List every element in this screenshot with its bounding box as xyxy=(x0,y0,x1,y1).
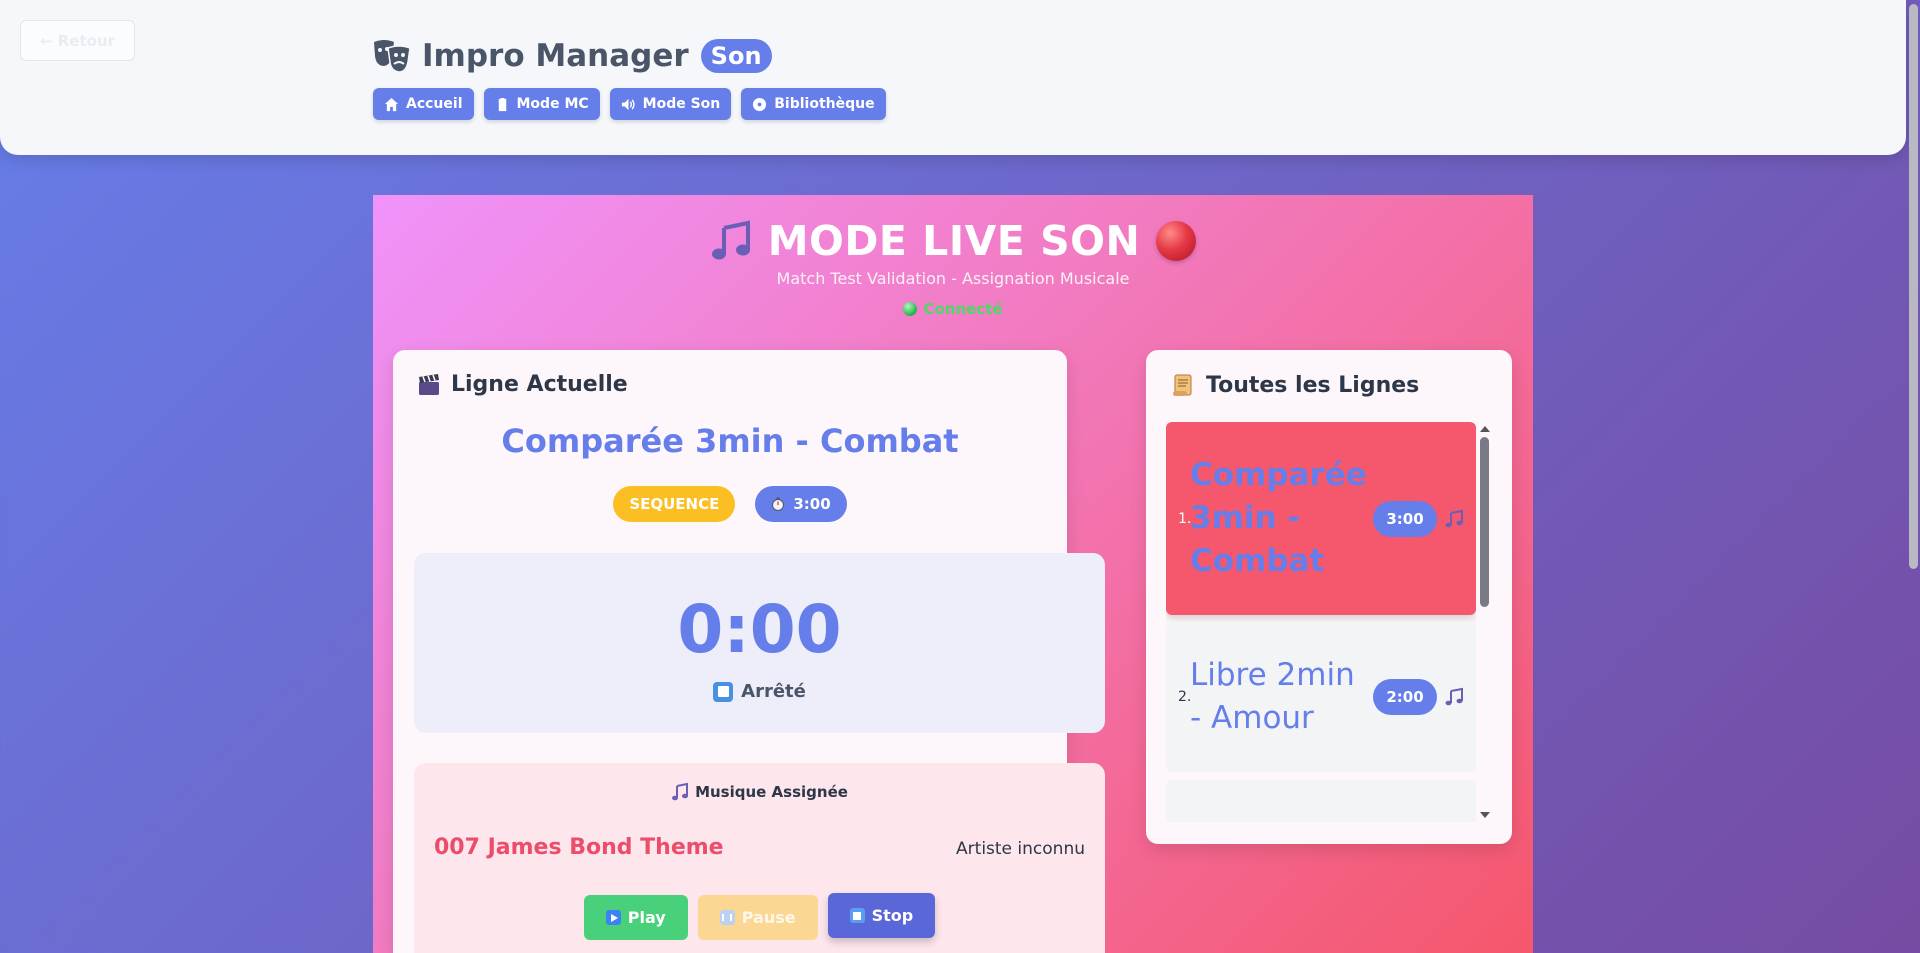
current-line-title: Comparée 3min - Combat xyxy=(501,422,959,460)
timer-panel: 0:00 Arrêté xyxy=(414,553,1105,733)
music-note-icon xyxy=(672,783,689,801)
playback-controls: Play Pause Stop xyxy=(414,893,1105,940)
pause-label: Pause xyxy=(741,908,796,927)
list-item[interactable]: 2. Libre 2min - Amour 2:00 xyxy=(1166,622,1476,772)
music-note-icon xyxy=(1445,687,1463,706)
list-scrollbar-thumb[interactable] xyxy=(1480,437,1489,607)
nav-mode-son-button[interactable]: Mode Son xyxy=(609,88,732,120)
nav-bibliotheque-button[interactable]: Bibliothèque xyxy=(741,88,886,120)
live-panel: MODE LIVE SON Match Test Validation - As… xyxy=(373,195,1533,953)
heading-text: Ligne Actuelle xyxy=(451,372,628,397)
page-scrollbar-thumb[interactable] xyxy=(1909,4,1918,569)
lines-list: 1. Comparée 3min - Combat 3:00 2. Libre … xyxy=(1166,422,1476,822)
music-heading-text: Musique Assignée xyxy=(695,783,848,801)
brand: Impro Manager Son xyxy=(372,38,772,74)
mode-badge: Son xyxy=(700,39,772,73)
song-artist: Artiste inconnu xyxy=(956,839,1085,859)
music-note-icon xyxy=(711,220,750,260)
back-button[interactable]: ← Retour xyxy=(20,20,135,61)
speaker-icon xyxy=(621,98,635,110)
stop-icon xyxy=(849,908,865,923)
nav-label: Mode Son xyxy=(642,96,721,112)
item-name: Comparée 3min - Combat xyxy=(1190,457,1367,579)
nav-label: Bibliothèque xyxy=(774,96,875,112)
list-scroll-down-icon[interactable] xyxy=(1480,812,1490,818)
list-scroll-up-icon[interactable] xyxy=(1480,426,1490,432)
duration-text: 3:00 xyxy=(793,495,831,513)
all-lines-heading: Toutes les Lignes xyxy=(1170,372,1419,398)
live-title: MODE LIVE SON xyxy=(373,217,1533,265)
stop-square-icon xyxy=(713,681,734,702)
item-duration-badge: 3:00 xyxy=(1373,500,1437,537)
current-line-heading: Ligne Actuelle xyxy=(417,372,628,397)
app-title: Impro Manager xyxy=(422,38,689,74)
item-name: Libre 2min - Amour xyxy=(1190,657,1355,736)
play-icon xyxy=(605,910,621,925)
pause-icon xyxy=(719,910,735,925)
stopwatch-icon xyxy=(772,497,785,511)
home-icon xyxy=(384,97,399,111)
line-badges: SEQUENCE 3:00 xyxy=(393,486,1067,522)
timer-display: 0:00 xyxy=(677,591,842,668)
scroll-icon xyxy=(1173,374,1192,396)
nav-accueil-button[interactable]: Accueil xyxy=(373,88,474,120)
stop-label: Stop xyxy=(871,906,914,925)
play-label: Play xyxy=(627,908,666,927)
list-item[interactable]: 1. Comparée 3min - Combat 3:00 xyxy=(1166,422,1476,615)
theater-masks-icon xyxy=(374,40,411,73)
all-lines-card: Toutes les Lignes 1. Comparée 3min - Com… xyxy=(1146,350,1512,844)
item-duration-badge: 2:00 xyxy=(1373,679,1437,715)
top-header: ← Retour Impro Manager Son Accueil Mode … xyxy=(0,0,1906,155)
list-item[interactable] xyxy=(1166,780,1476,822)
timer-state-text: Arrêté xyxy=(741,681,806,702)
current-line-card: Ligne Actuelle Comparée 3min - Combat SE… xyxy=(393,350,1105,953)
back-label: ← Retour xyxy=(39,31,116,50)
heading-text: Toutes les Lignes xyxy=(1206,372,1420,398)
nav-label: Mode MC xyxy=(516,96,589,112)
assigned-music-heading: Musique Assignée xyxy=(414,783,1105,801)
stop-button[interactable]: Stop xyxy=(827,893,936,938)
clipboard-icon xyxy=(498,97,506,111)
record-indicator-icon xyxy=(1156,221,1197,261)
connection-label: Connecté xyxy=(923,300,1003,318)
play-button[interactable]: Play xyxy=(583,895,688,940)
status-dot-icon xyxy=(903,302,918,316)
live-title-text: MODE LIVE SON xyxy=(767,217,1141,265)
song-title: 007 James Bond Theme xyxy=(434,835,724,860)
duration-badge: 3:00 xyxy=(755,486,847,522)
main-nav: Accueil Mode MC Mode Son Bibliothèque xyxy=(373,88,886,120)
connection-status: Connecté xyxy=(373,300,1533,318)
type-badge: SEQUENCE xyxy=(613,486,736,522)
clapperboard-icon xyxy=(419,373,439,395)
live-subtitle: Match Test Validation - Assignation Musi… xyxy=(776,269,1130,288)
pause-button[interactable]: Pause xyxy=(697,895,818,940)
nav-label: Accueil xyxy=(406,96,463,112)
nav-mode-mc-button[interactable]: Mode MC xyxy=(483,88,600,120)
disc-icon xyxy=(753,97,767,111)
timer-state: Arrêté xyxy=(414,681,1105,702)
music-note-icon xyxy=(1445,509,1463,527)
assigned-music-panel: Musique Assignée 007 James Bond Theme Ar… xyxy=(414,763,1105,953)
